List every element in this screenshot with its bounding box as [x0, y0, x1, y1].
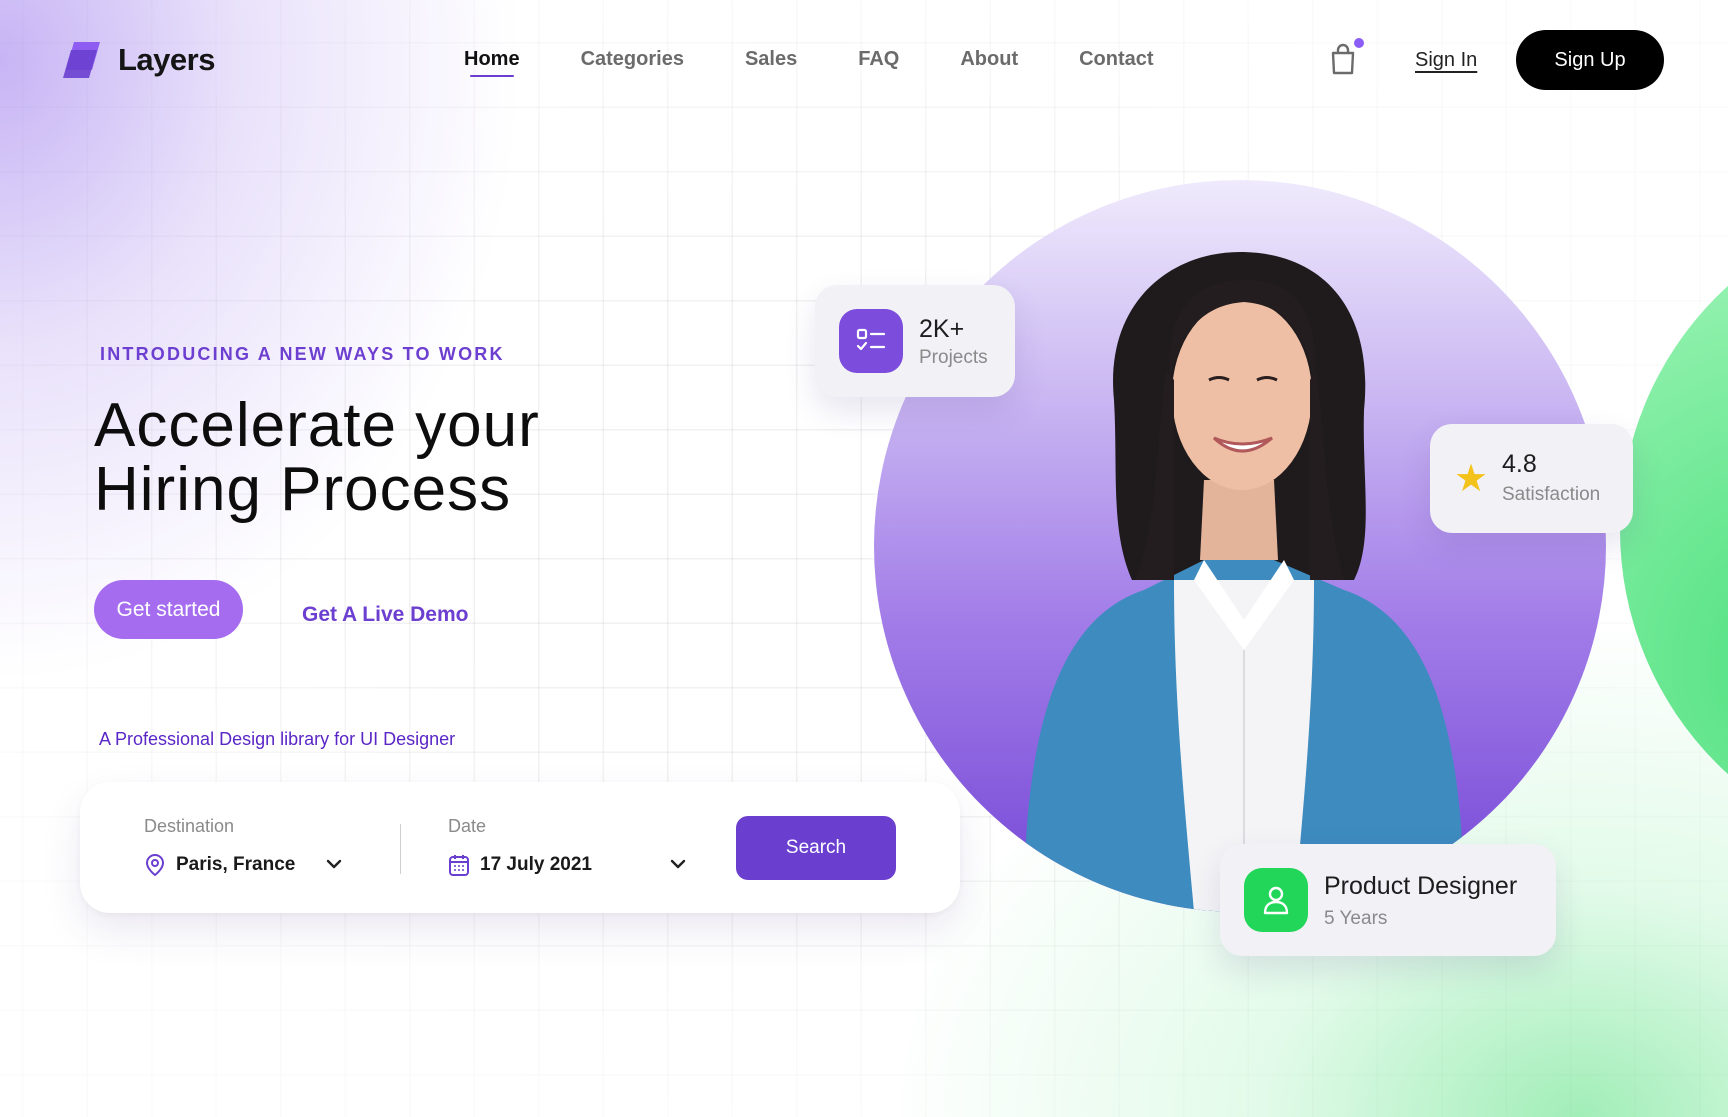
- satisfaction-stat-card: ★ 4.8 Satisfaction: [1430, 424, 1633, 533]
- hero-tagline: A Professional Design library for UI Des…: [99, 729, 456, 749]
- projects-stat-card: 2K+ Projects: [815, 285, 1015, 397]
- role-years: 5 Years: [1324, 908, 1388, 929]
- sign-in-link[interactable]: Sign In: [1415, 49, 1477, 72]
- chevron-down-icon[interactable]: [670, 858, 686, 870]
- nav-item-categories[interactable]: Categories: [581, 48, 684, 71]
- nav-item-faq[interactable]: FAQ: [858, 48, 899, 71]
- chevron-down-icon[interactable]: [326, 858, 342, 870]
- user-icon: [1244, 868, 1308, 932]
- date-select[interactable]: 17 July 2021: [480, 854, 592, 876]
- destination-select[interactable]: Paris, France: [176, 854, 295, 876]
- nav-item-home[interactable]: Home: [464, 48, 520, 77]
- rating-value: 4.8: [1502, 450, 1537, 478]
- headline-line-1: Accelerate your: [94, 391, 540, 460]
- location-pin-icon: [145, 853, 165, 877]
- get-started-button[interactable]: Get started: [94, 580, 243, 639]
- search-button[interactable]: Search: [736, 816, 896, 880]
- live-demo-link[interactable]: Get A Live Demo: [302, 603, 468, 627]
- projects-value: 2K+: [919, 315, 965, 343]
- cart-notification-dot: [1354, 38, 1364, 48]
- date-label: Date: [448, 816, 487, 836]
- field-divider: [400, 824, 401, 874]
- role-card: Product Designer 5 Years: [1220, 844, 1556, 956]
- star-icon: ★: [1454, 458, 1489, 500]
- brand-name: Layers: [118, 42, 215, 77]
- checklist-icon: [839, 309, 903, 373]
- nav-item-contact[interactable]: Contact: [1079, 48, 1153, 71]
- nav-item-about[interactable]: About: [960, 48, 1018, 71]
- shopping-bag-icon[interactable]: [1329, 42, 1357, 76]
- projects-label: Projects: [919, 347, 988, 368]
- brand-logo[interactable]: Layers: [62, 38, 215, 82]
- nav-item-sales[interactable]: Sales: [745, 48, 797, 71]
- hero-headline: Accelerate your Hiring Process: [94, 394, 540, 522]
- hero-eyebrow: INTRODUCING A NEW WAYS TO WORK: [100, 344, 505, 364]
- headline-line-2: Hiring Process: [94, 455, 512, 524]
- calendar-icon: [449, 855, 469, 876]
- search-panel: Destination Paris, France Date 17 July 2…: [80, 782, 960, 913]
- rating-label: Satisfaction: [1502, 484, 1601, 505]
- top-navigation: Layers Home Categories Sales FAQ About C…: [0, 0, 1728, 120]
- main-menu: Home Categories Sales FAQ About Contact: [464, 48, 1215, 77]
- role-title: Product Designer: [1324, 872, 1518, 900]
- layers-logo-icon: [63, 42, 100, 78]
- sign-up-button[interactable]: Sign Up: [1516, 30, 1664, 90]
- destination-label: Destination: [144, 816, 235, 836]
